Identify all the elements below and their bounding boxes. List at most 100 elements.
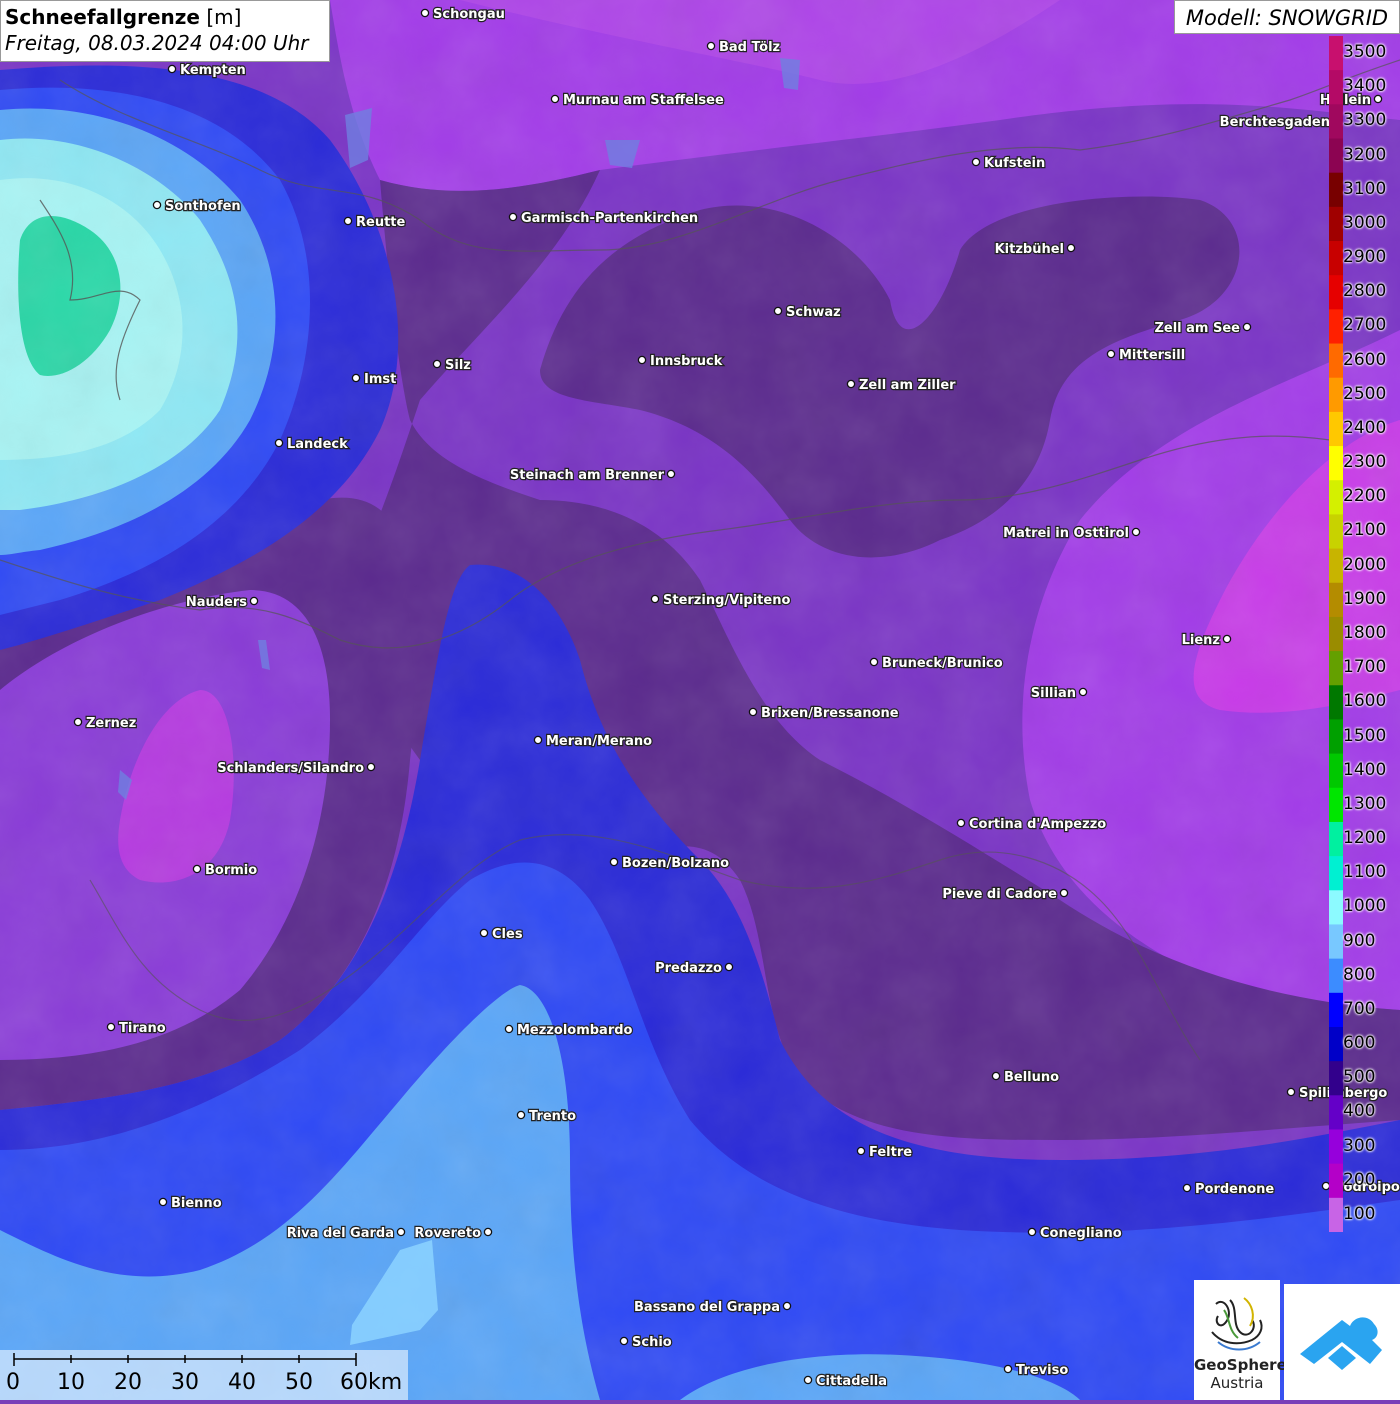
city-dot [1060, 889, 1067, 896]
legend-label: 3400 [1343, 76, 1386, 96]
city-dot [367, 763, 374, 770]
scale-label: 50 [285, 1370, 313, 1395]
city-dot [1243, 323, 1250, 330]
city-label: Bassano del Grappa [634, 1300, 780, 1315]
legend-swatch [1329, 412, 1343, 447]
color-legend: 3500340033003200310030002900280027002600… [1329, 36, 1400, 1232]
city-dot [1287, 1088, 1294, 1095]
geosphere-emblem-icon [1194, 1282, 1280, 1362]
legend-swatch [1329, 856, 1343, 891]
city-label: Riva del Garda [287, 1226, 394, 1241]
legend-swatch [1329, 1027, 1343, 1062]
city-dot [870, 658, 877, 665]
legend-label: 900 [1343, 931, 1375, 951]
legend-label: 2800 [1343, 281, 1386, 301]
scale-label: 0 [6, 1370, 20, 1395]
scale-bar: 0 10 20 30 40 50 60km [0, 1350, 408, 1400]
city-label: Matrei in Osttirol [1003, 526, 1129, 541]
legend-label: 3100 [1343, 179, 1386, 199]
legend-swatch [1329, 1095, 1343, 1130]
scale-label: 40 [228, 1370, 256, 1395]
legend-label: 800 [1343, 965, 1375, 985]
city-dot [957, 819, 964, 826]
geosphere-logo: GeoSphere Austria [1194, 1280, 1280, 1400]
legend-swatch [1329, 822, 1343, 857]
legend-swatch [1329, 70, 1343, 105]
scale-bar-ruler [0, 1350, 408, 1370]
legend-label: 2100 [1343, 520, 1386, 540]
legend-swatch [1329, 344, 1343, 379]
city-dot [168, 65, 175, 72]
city-label: Predazzo [655, 961, 722, 976]
legend-swatch [1329, 514, 1343, 549]
city-label: Zell am See [1154, 321, 1240, 336]
city-label: Steinach am Brenner [510, 468, 665, 483]
legend-label: 200 [1343, 1170, 1375, 1190]
snowline-map: SchongauBad TölzKemptenMurnau am Staffel… [0, 0, 1400, 1400]
legend-swatch [1329, 890, 1343, 925]
legend-swatch [1329, 651, 1343, 686]
legend-label: 1700 [1343, 657, 1386, 677]
legend-swatch [1329, 1129, 1343, 1164]
city-label: Reutte [356, 215, 406, 230]
geosphere-name: GeoSphere [1194, 1356, 1280, 1374]
legend-swatch [1329, 924, 1343, 959]
city-label: Sonthofen [165, 199, 241, 214]
title-line: Schneefallgrenze [m] [5, 4, 325, 30]
legend-swatch [1329, 1164, 1343, 1199]
city-label: Bienno [171, 1196, 222, 1211]
city-label: Schio [632, 1335, 672, 1350]
city-dot [638, 356, 645, 363]
city-dot [517, 1111, 524, 1118]
city-dot [651, 595, 658, 602]
legend-swatch [1329, 549, 1343, 584]
city-label: Schongau [433, 7, 505, 22]
city-dot [551, 95, 558, 102]
city-dot [159, 1198, 166, 1205]
city-label: Schlanders/Silandro [217, 761, 364, 776]
scale-label: 60km [340, 1370, 402, 1395]
city-dot [352, 374, 359, 381]
city-label: Mezzolombardo [517, 1023, 633, 1038]
city-label: Cittadella [816, 1374, 887, 1389]
legend-swatch [1329, 207, 1343, 242]
city-dot [620, 1337, 627, 1344]
snowgrid-logo [1284, 1284, 1400, 1400]
city-label: Nauders [186, 595, 247, 610]
legend-swatch [1329, 1061, 1343, 1096]
legend-swatch [1329, 275, 1343, 310]
snow-roof-icon [1284, 1284, 1400, 1400]
model-label: Modell: SNOWGRID [1174, 0, 1400, 34]
legend-label: 100 [1343, 1204, 1375, 1224]
scale-label: 30 [171, 1370, 199, 1395]
city-label: Bozen/Bolzano [622, 856, 729, 871]
city-label: Conegliano [1040, 1226, 1122, 1241]
city-dot [725, 963, 732, 970]
city-label: Feltre [869, 1145, 912, 1160]
city-dot [505, 1025, 512, 1032]
legend-label: 3300 [1343, 110, 1386, 130]
city-dot [421, 9, 428, 16]
parameter-unit: [m] [206, 5, 241, 29]
city-label: Belluno [1004, 1070, 1059, 1085]
city-label: Silz [445, 358, 471, 373]
legend-label: 2300 [1343, 452, 1386, 472]
legend-label: 3500 [1343, 42, 1386, 62]
city-dot [509, 213, 516, 220]
city-label: Zell am Ziller [859, 378, 956, 393]
city-dot [1183, 1184, 1190, 1191]
legend-swatch [1329, 993, 1343, 1028]
city-label: Kufstein [984, 156, 1045, 171]
city-dot [992, 1072, 999, 1079]
city-label: Cortina d'Ampezzo [969, 817, 1106, 832]
legend-label: 1100 [1343, 862, 1386, 882]
legend-label: 2500 [1343, 384, 1386, 404]
legend-swatch [1329, 173, 1343, 208]
legend-label: 2000 [1343, 555, 1386, 575]
city-label: Sillian [1031, 686, 1076, 701]
legend-color-bar [1329, 36, 1343, 1232]
legend-label: 2600 [1343, 350, 1386, 370]
city-dot [534, 736, 541, 743]
city-dot [1079, 688, 1086, 695]
legend-swatch [1329, 36, 1343, 71]
